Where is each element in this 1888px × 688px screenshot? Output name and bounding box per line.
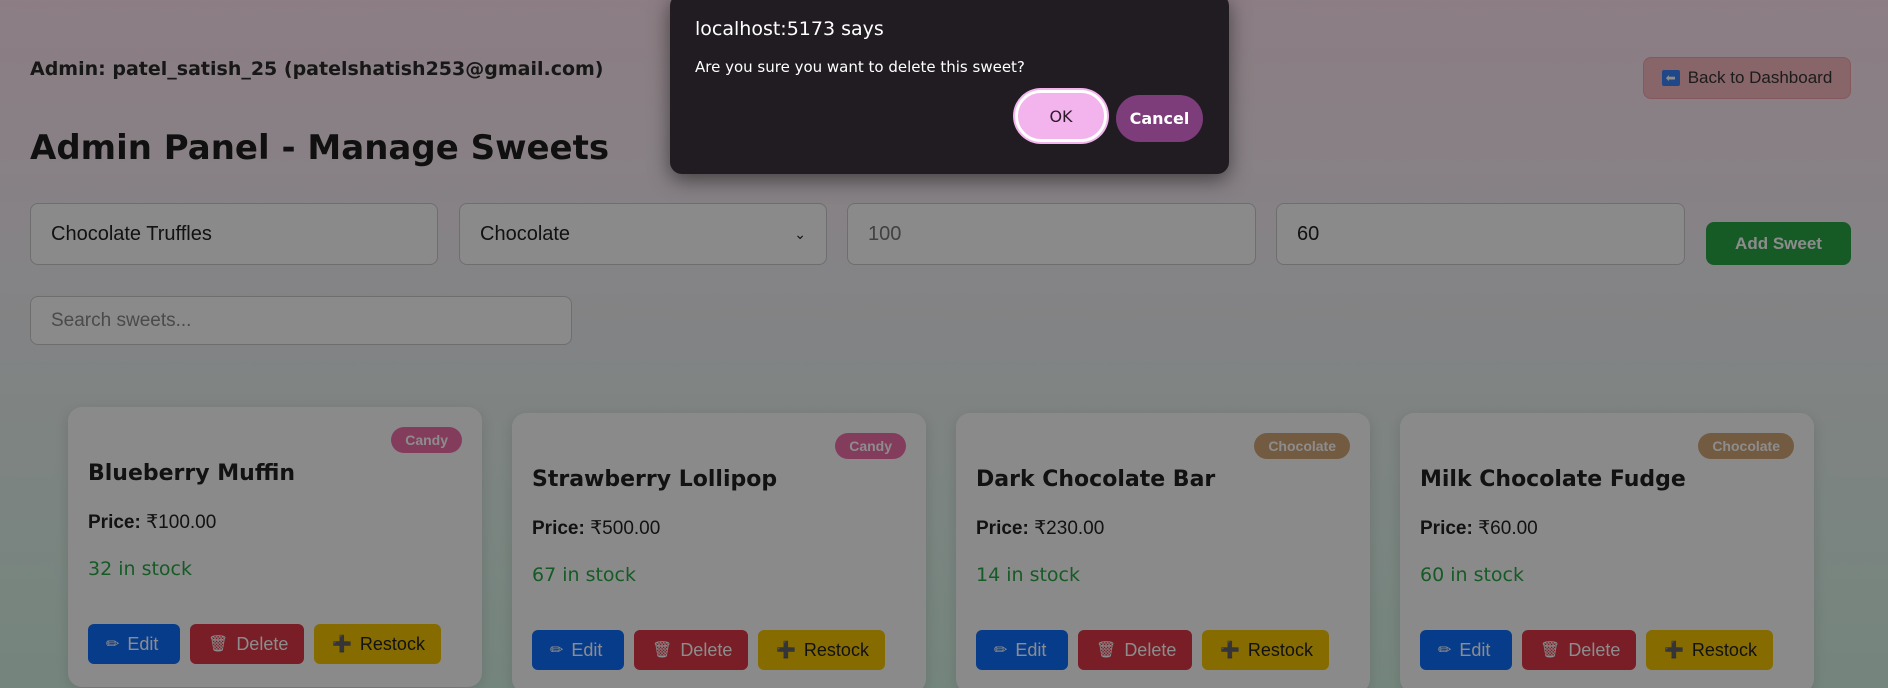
confirm-dialog: localhost:5173 says Are you sure you wan… xyxy=(670,0,1229,174)
cancel-button[interactable]: Cancel xyxy=(1116,95,1203,142)
ok-button[interactable]: OK xyxy=(1015,90,1107,142)
dialog-message: Are you sure you want to delete this swe… xyxy=(695,58,1025,76)
dialog-title: localhost:5173 says xyxy=(695,18,884,40)
